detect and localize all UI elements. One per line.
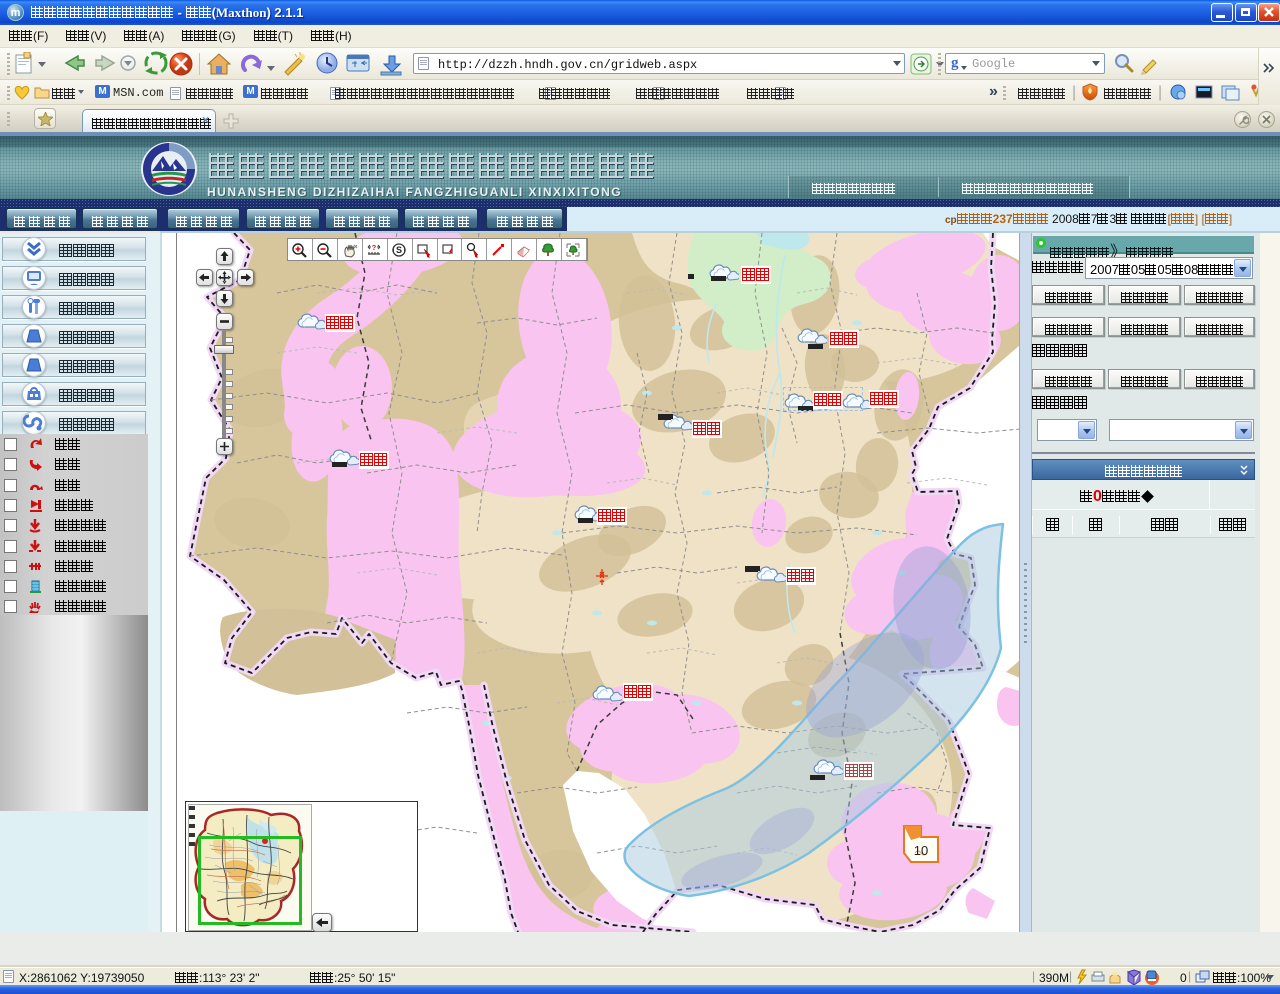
- svg-text:10: 10: [914, 843, 928, 858]
- svg-text:?: ?: [372, 245, 376, 252]
- svg-text:S: S: [396, 245, 402, 255]
